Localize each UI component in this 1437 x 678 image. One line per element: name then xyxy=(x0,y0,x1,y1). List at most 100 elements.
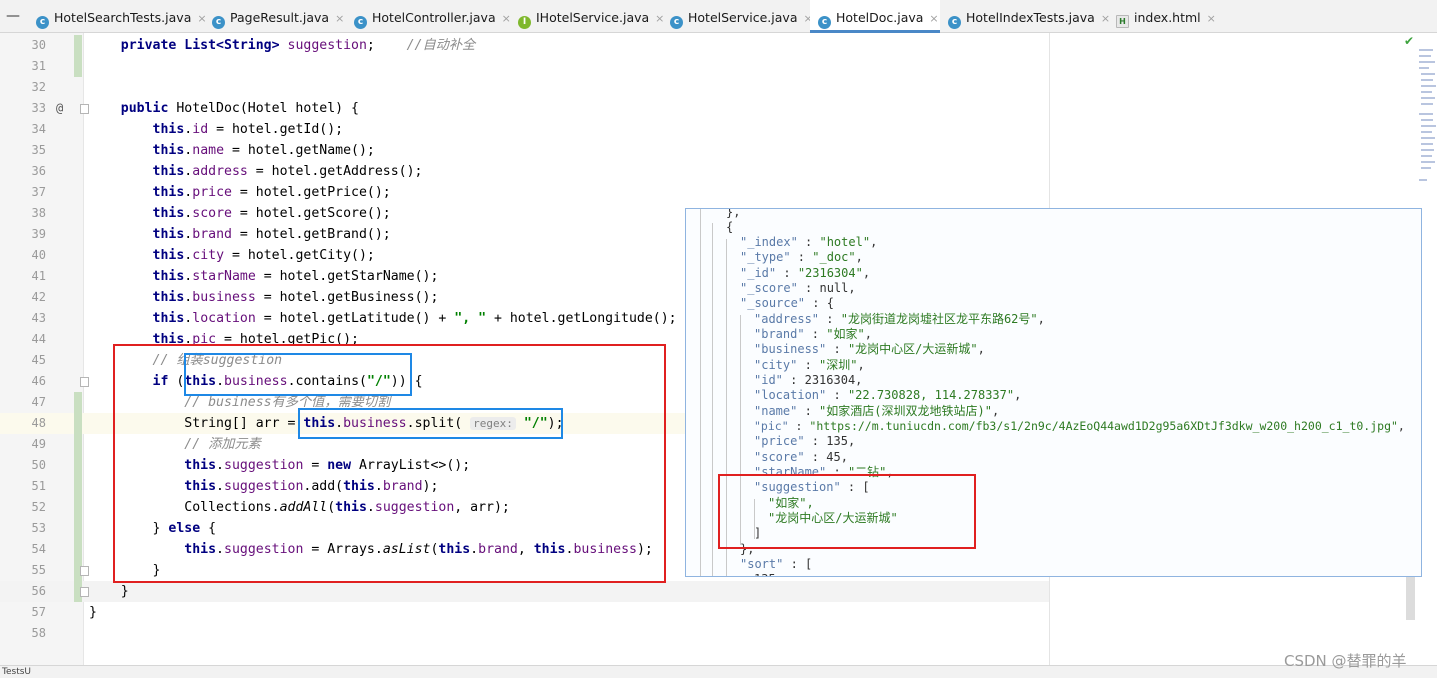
tab-label: HotelService.java xyxy=(688,10,798,25)
tab-hotel-search-tests[interactable]: c HotelSearchTests.java × xyxy=(36,0,207,33)
line-number: 35 xyxy=(31,143,46,157)
line-number: 58 xyxy=(31,626,46,640)
line-number: 33 xyxy=(31,101,46,115)
code-line[interactable]: 30 private List<String> suggestion; //自动… xyxy=(0,35,1049,56)
tab-hotel-controller[interactable]: c HotelController.java × xyxy=(354,0,511,33)
json-line: "_source" : { xyxy=(740,296,834,310)
line-number: 42 xyxy=(31,290,46,304)
tab-hotel-service[interactable]: c HotelService.java × xyxy=(670,0,813,33)
line-number: 49 xyxy=(31,437,46,451)
json-line: "price" : 135, xyxy=(754,434,856,448)
java-class-icon: c xyxy=(36,16,49,29)
fold-icon[interactable] xyxy=(80,104,89,114)
json-line: "city" : "深圳", xyxy=(754,358,865,372)
line-number: 53 xyxy=(31,521,46,535)
json-line: "address" : "龙岗街道龙岗墟社区龙平东路62号", xyxy=(754,312,1045,326)
code-line[interactable]: 32 xyxy=(0,77,1049,98)
close-tab-icon[interactable]: × xyxy=(1101,12,1110,25)
line-number: 46 xyxy=(31,374,46,388)
line-number: 52 xyxy=(31,500,46,514)
java-class-icon: c xyxy=(818,16,831,29)
bottom-tool-bar: TestsU xyxy=(0,665,1437,678)
json-line: "pic" : "https://m.tuniucdn.com/fb3/s1/2… xyxy=(754,419,1405,433)
json-line: "business" : "龙岗中心区/大运新城", xyxy=(754,342,985,356)
line-number: 45 xyxy=(31,353,46,367)
fold-icon[interactable] xyxy=(80,566,89,576)
json-line: "location" : "22.730828, 114.278337", xyxy=(754,388,1022,402)
suggestion-highlight-red-box xyxy=(718,474,976,549)
vertical-scrollbar-thumb[interactable] xyxy=(1406,575,1415,620)
tab-hotel-doc[interactable]: c HotelDoc.java × xyxy=(810,0,940,33)
fold-icon[interactable] xyxy=(80,377,89,387)
java-class-icon: c xyxy=(212,16,225,29)
vcs-change-marker xyxy=(74,56,82,77)
json-line: "_type" : "_doc", xyxy=(740,250,863,264)
line-number: 56 xyxy=(31,584,46,598)
close-tab-icon[interactable]: × xyxy=(335,12,344,25)
vcs-change-marker xyxy=(74,392,82,413)
inspection-ok-icon[interactable]: ✔ xyxy=(1404,34,1414,48)
vcs-change-marker xyxy=(74,434,82,455)
tab-index-html[interactable]: Hindex.html × xyxy=(1116,0,1216,33)
contains-highlight-blue-box xyxy=(184,353,412,396)
line-number: 37 xyxy=(31,185,46,199)
java-class-icon: c xyxy=(354,16,367,29)
close-tab-icon[interactable]: × xyxy=(929,12,938,25)
line-number: 55 xyxy=(31,563,46,577)
json-line: "_score" : null, xyxy=(740,281,856,295)
code-line[interactable]: 57 } xyxy=(0,602,1049,623)
tab-ihotel-service[interactable]: I IHotelService.java × xyxy=(518,0,664,33)
vcs-change-marker xyxy=(74,413,82,434)
json-line: }, xyxy=(726,208,741,219)
vcs-change-marker xyxy=(74,518,82,539)
vcs-change-marker xyxy=(74,476,82,497)
tab-page-result[interactable]: c PageResult.java × xyxy=(212,0,344,33)
line-number: 54 xyxy=(31,542,46,556)
tab-list-menu-icon[interactable]: — xyxy=(0,8,26,24)
code-text: this.business = hotel.getBusiness(); xyxy=(152,290,439,305)
line-number: 57 xyxy=(31,605,46,619)
close-tab-icon[interactable]: × xyxy=(197,12,206,25)
close-tab-icon[interactable]: × xyxy=(655,12,664,25)
tab-label: PageResult.java xyxy=(230,10,330,25)
java-class-icon: c xyxy=(948,16,961,29)
java-interface-icon: I xyxy=(518,16,531,29)
code-line[interactable]: 31 xyxy=(0,56,1049,77)
json-line: "name" : "如家酒店(深圳双龙地铁站店)", xyxy=(754,404,1000,418)
code-text: this.starName = hotel.getStarName(); xyxy=(152,269,439,284)
code-line[interactable]: 58 xyxy=(0,623,1049,644)
line-number: 34 xyxy=(31,122,46,136)
code-line[interactable]: 35 this.name = hotel.getName(); xyxy=(0,140,1049,161)
tab-label: IHotelService.java xyxy=(536,10,650,25)
code-line[interactable]: 56 } xyxy=(0,581,1049,602)
editor-tab-bar: — c HotelSearchTests.java × c PageResult.ja… xyxy=(0,0,1437,33)
line-number: 36 xyxy=(31,164,46,178)
java-class-icon: c xyxy=(670,16,683,29)
indent-guide xyxy=(712,223,713,576)
code-line[interactable]: 36 this.address = hotel.getAddress(); xyxy=(0,161,1049,182)
code-text: this.city = hotel.getCity(); xyxy=(152,248,375,263)
vcs-change-marker xyxy=(74,35,82,56)
indent-guide xyxy=(700,209,701,576)
code-line[interactable]: 37 this.price = hotel.getPrice(); xyxy=(0,182,1049,203)
code-line[interactable]: 33 @ public HotelDoc(Hotel hotel) { xyxy=(0,98,1049,119)
close-tab-icon[interactable]: × xyxy=(1207,12,1216,25)
split-highlight-blue-box xyxy=(298,408,563,439)
close-tab-icon[interactable]: × xyxy=(502,12,511,25)
tab-label: HotelController.java xyxy=(372,10,496,25)
tab-hotel-index-tests[interactable]: c HotelIndexTests.java × xyxy=(948,0,1110,33)
line-number: 30 xyxy=(31,38,46,52)
line-number: 44 xyxy=(31,332,46,346)
fold-icon[interactable] xyxy=(80,587,89,597)
json-line: "id" : 2316304, xyxy=(754,373,863,387)
code-line[interactable]: 34 this.id = hotel.getId(); xyxy=(0,119,1049,140)
html-file-icon: H xyxy=(1116,15,1129,28)
status-label[interactable]: TestsU xyxy=(2,667,31,677)
json-line: { xyxy=(726,220,734,234)
line-number: 41 xyxy=(31,269,46,283)
override-marker-icon[interactable]: @ xyxy=(56,98,63,119)
code-text: this.name = hotel.getName(); xyxy=(152,143,375,158)
line-number: 40 xyxy=(31,248,46,262)
line-number: 38 xyxy=(31,206,46,220)
code-text: this.score = hotel.getScore(); xyxy=(152,206,391,221)
